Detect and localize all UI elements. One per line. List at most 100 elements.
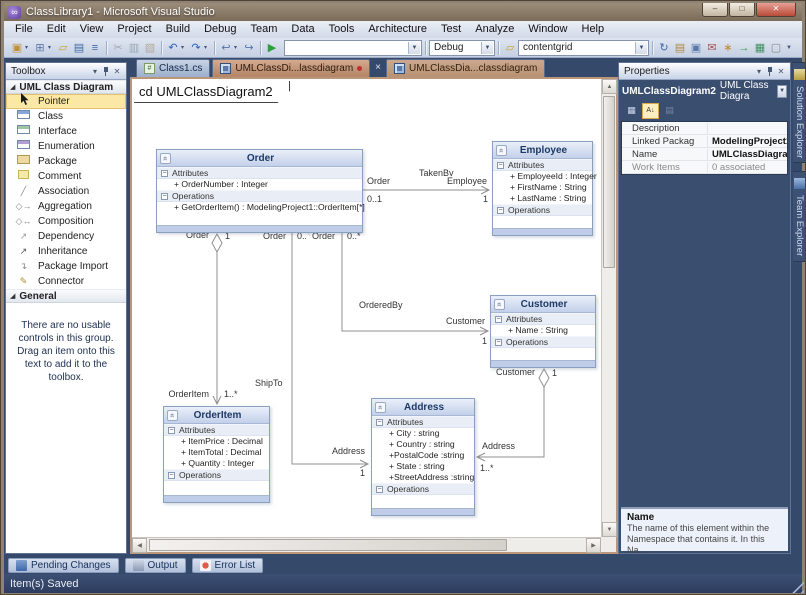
close-icon[interactable]: ✕	[775, 66, 787, 77]
collapse-icon[interactable]: «	[160, 153, 171, 164]
class-member[interactable]: + GetOrderItem() : ModelingProject1::Ord…	[157, 202, 362, 213]
toolbox-item-inheritance[interactable]: ↗Inheritance	[6, 244, 126, 259]
property-row-linked-packag[interactable]: Linked PackagModelingProject1	[622, 135, 787, 148]
chevron-down-icon[interactable]: ▾	[48, 44, 55, 51]
toolbox-item-package-import[interactable]: ↴Package Import	[6, 259, 126, 274]
menu-item-test[interactable]: Test	[434, 21, 468, 38]
chevron-down-icon[interactable]: ▼	[777, 85, 787, 98]
chevron-down-icon[interactable]: ▾	[25, 44, 32, 51]
toolbox-item-composition[interactable]: ◇↔Composition	[6, 214, 126, 229]
class-member[interactable]: + State : string	[372, 461, 474, 472]
uml-class-address[interactable]: «Address−Attributes+ City : string+ Coun…	[371, 398, 475, 516]
bottom-tab-output[interactable]: Output	[125, 558, 186, 573]
bottom-tab-pending-changes[interactable]: Pending Changes	[8, 558, 119, 573]
class-member[interactable]: + FirstName : String	[493, 182, 592, 193]
scroll-right-icon[interactable]: ▶	[586, 538, 601, 553]
toolbar-overflow-icon[interactable]: ▼	[786, 45, 793, 51]
menu-item-file[interactable]: File	[8, 21, 40, 38]
toolbox-item-enumeration[interactable]: Enumeration	[6, 139, 126, 154]
pin-icon[interactable]	[765, 66, 775, 77]
redo-icon[interactable]: ↷	[188, 40, 204, 56]
toolbox-item-aggregation[interactable]: ◇→Aggregation	[6, 199, 126, 214]
find-combobox[interactable]: contentgrid▼	[518, 40, 649, 56]
navigate-backward-icon[interactable]: ↩	[218, 40, 234, 56]
uml-class-employee[interactable]: «Employee−Attributes+ EmployeeId : Integ…	[492, 141, 593, 236]
chevron-down-icon[interactable]: ▾	[204, 44, 211, 51]
save-all-icon[interactable]: ≡	[87, 40, 103, 56]
vertical-scrollbar[interactable]: ▲ ▼	[601, 79, 616, 537]
class-member[interactable]: +StreetAddress :string	[372, 472, 474, 483]
paste-icon[interactable]: ▧	[142, 40, 158, 56]
toolbox-group-general[interactable]: ◢General	[6, 289, 126, 303]
property-row-name[interactable]: NameUMLClassDiagram2	[622, 148, 787, 161]
close-button[interactable]: ✕	[756, 3, 796, 17]
customize-icon[interactable]: ∗	[720, 40, 736, 56]
toolbox-item-dependency[interactable]: ↗Dependency	[6, 229, 126, 244]
class-member[interactable]: + ItemTotal : Decimal	[164, 447, 269, 458]
properties-object-combobox[interactable]: UMLClassDiagram2 UML Class Diagra ▼	[622, 83, 787, 99]
document-tab-1[interactable]: #Class1.cs	[136, 59, 210, 77]
check-in-icon[interactable]: →	[736, 40, 752, 56]
scrollbar-thumb[interactable]	[603, 96, 615, 268]
toolbox-group-uml-class-diagram[interactable]: ◢UML Class Diagram	[6, 80, 126, 94]
collapse-section-icon[interactable]: −	[495, 316, 502, 323]
collapse-section-icon[interactable]: −	[168, 472, 175, 479]
close-tab-icon[interactable]: ×	[372, 62, 384, 73]
navigate-forward-icon[interactable]: ↪	[241, 40, 257, 56]
run-target-combobox[interactable]: ▼	[284, 40, 422, 56]
toolbox-item-pointer[interactable]: Pointer	[6, 94, 126, 109]
uml-class-customer[interactable]: «Customer−Attributes+ Name : String−Oper…	[490, 295, 596, 368]
collapse-section-icon[interactable]: −	[495, 339, 502, 346]
work-item-icon[interactable]: ✉	[704, 40, 720, 56]
minimize-button[interactable]: –	[702, 3, 728, 17]
toolbox-item-connector[interactable]: ✎Connector	[6, 274, 126, 289]
window-position-icon[interactable]: ▾	[89, 66, 101, 77]
toolbox-item-comment[interactable]: Comment	[6, 169, 126, 184]
uml-class-orderitem[interactable]: «OrderItem−Attributes+ ItemPrice : Decim…	[163, 406, 270, 503]
collapse-section-icon[interactable]: −	[161, 193, 168, 200]
property-row-description[interactable]: Description	[622, 122, 787, 135]
query-icon[interactable]: ▢	[768, 40, 784, 56]
pin-icon[interactable]	[101, 66, 111, 77]
scroll-down-icon[interactable]: ▼	[602, 522, 617, 537]
new-window-icon[interactable]: ▣	[688, 40, 704, 56]
collapse-section-icon[interactable]: −	[376, 486, 383, 493]
menu-item-project[interactable]: Project	[110, 21, 158, 38]
new-project-icon[interactable]: ▣	[9, 40, 25, 56]
save-icon[interactable]: ▤	[71, 40, 87, 56]
menu-item-edit[interactable]: Edit	[40, 21, 73, 38]
window-position-icon[interactable]: ▾	[753, 66, 765, 77]
solution-configuration-combobox[interactable]: Debug▼	[429, 40, 495, 56]
chevron-down-icon[interactable]: ▼	[635, 42, 647, 54]
class-member[interactable]: + LastName : String	[493, 193, 592, 204]
scrollbar-thumb[interactable]	[149, 539, 507, 551]
collapse-section-icon[interactable]: −	[497, 207, 504, 214]
chevron-down-icon[interactable]: ▾	[234, 44, 241, 51]
uml-diagram-canvas[interactable]: cd UMLClassDiagram2	[132, 79, 601, 537]
collapse-icon[interactable]: «	[494, 299, 505, 310]
menu-item-tools[interactable]: Tools	[322, 21, 362, 38]
alphabetical-icon[interactable]: A↓	[642, 103, 659, 119]
collapse-section-icon[interactable]: −	[497, 162, 504, 169]
collapse-section-icon[interactable]: −	[376, 419, 383, 426]
get-latest-icon[interactable]: ▦	[752, 40, 768, 56]
add-item-icon[interactable]: ⊞	[32, 40, 48, 56]
class-member[interactable]: + Name : String	[491, 325, 595, 336]
start-debugging-icon[interactable]: ▶	[264, 40, 280, 56]
property-pages-icon[interactable]: ▤	[661, 103, 678, 119]
shelve-icon[interactable]: ▤	[672, 40, 688, 56]
scroll-up-icon[interactable]: ▲	[602, 79, 617, 94]
collapse-icon[interactable]: «	[496, 145, 507, 156]
class-member[interactable]: + City : string	[372, 428, 474, 439]
menu-item-data[interactable]: Data	[284, 21, 321, 38]
uml-class-order[interactable]: «Order−Attributes+ OrderNumber : Integer…	[156, 149, 363, 233]
menu-item-analyze[interactable]: Analyze	[468, 21, 521, 38]
scroll-left-icon[interactable]: ◀	[132, 538, 147, 553]
menu-item-debug[interactable]: Debug	[197, 21, 243, 38]
horizontal-scrollbar[interactable]: ◀ ▶	[132, 537, 601, 552]
class-member[interactable]: + EmployeeId : Integer	[493, 171, 592, 182]
autohide-tab-solution-explorer[interactable]: Solution Explorer	[793, 62, 806, 163]
toolbox-item-association[interactable]: ╱Association	[6, 184, 126, 199]
property-row-work-items[interactable]: Work Items0 associated	[622, 161, 787, 174]
bottom-tab-error-list[interactable]: Error List	[192, 558, 264, 573]
